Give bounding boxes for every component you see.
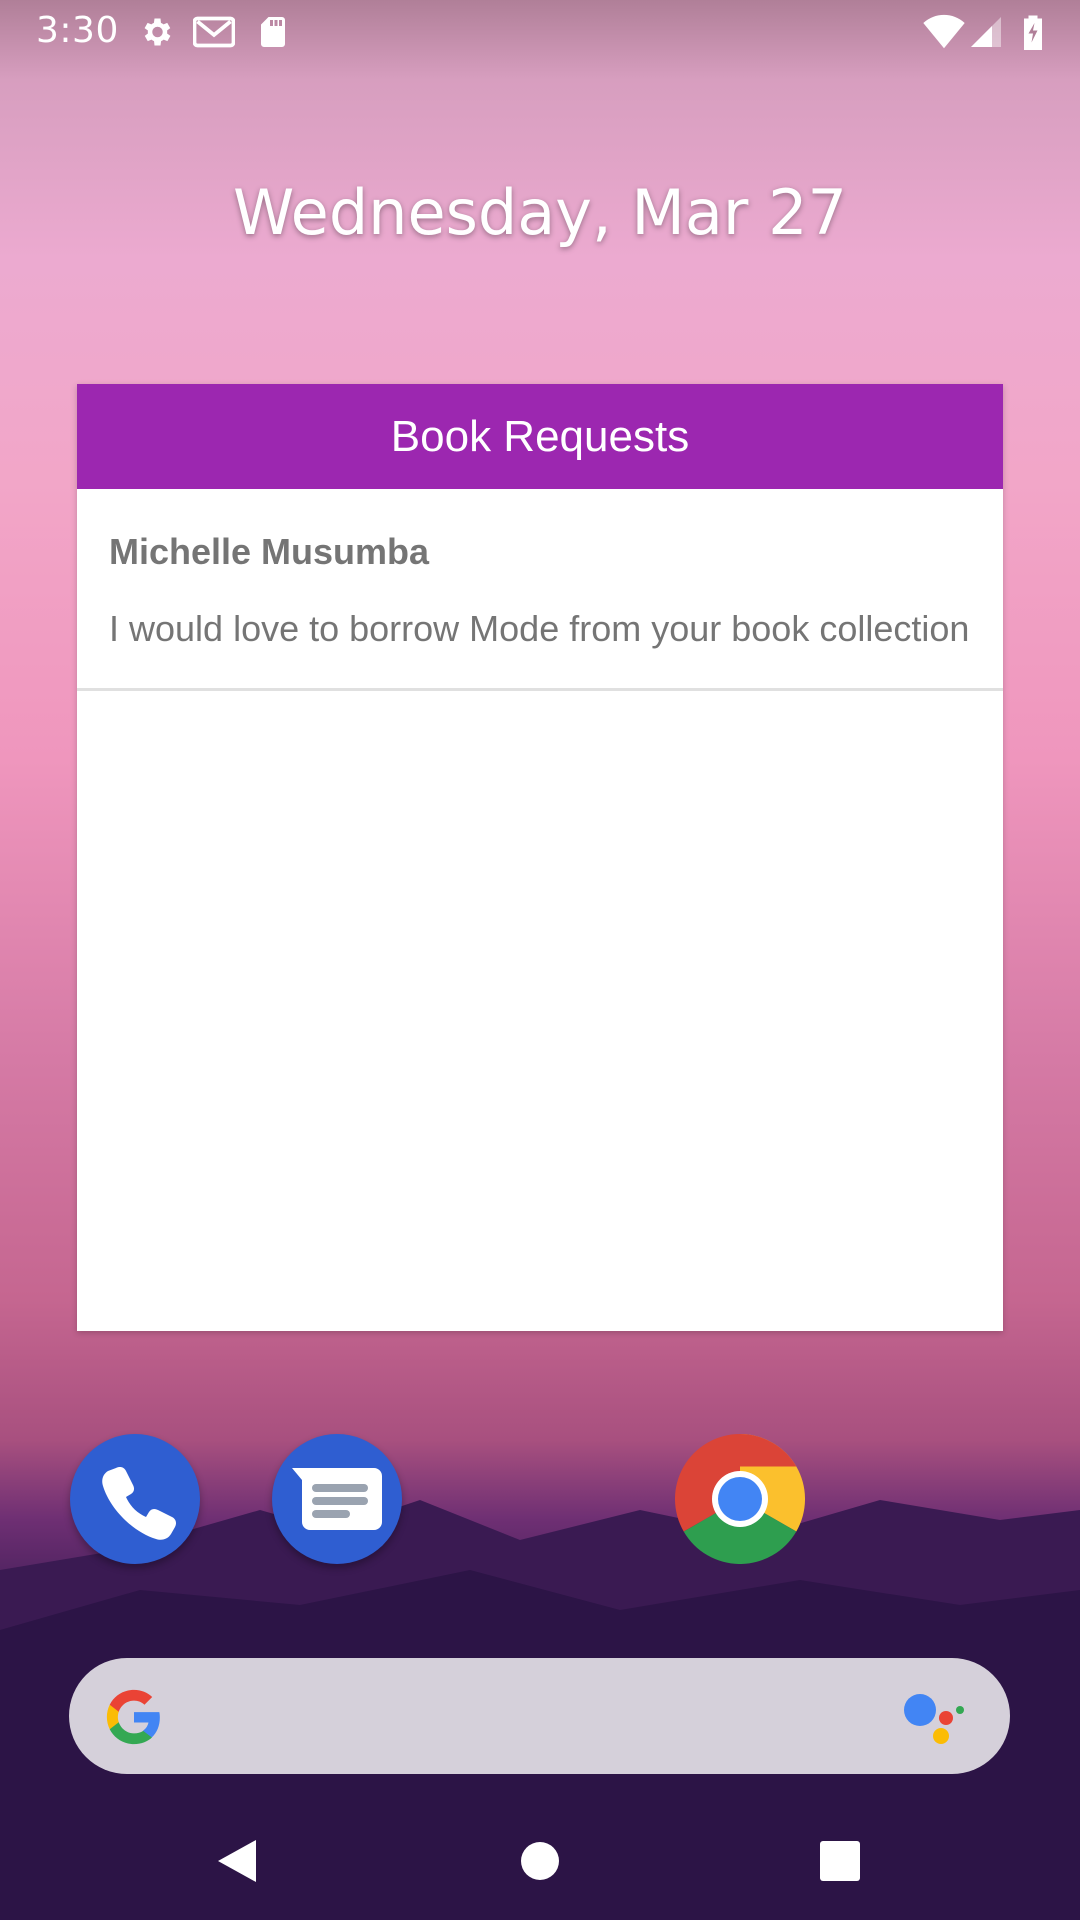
- settings-icon: [144, 18, 171, 46]
- request-sender-name: Michelle Musumba: [109, 531, 430, 572]
- home-icon[interactable]: [517, 1838, 563, 1884]
- status-time: 3:30: [36, 10, 119, 51]
- book-requests-widget: Book Requests Michelle Musumba I would l…: [77, 384, 1003, 1331]
- widget-header[interactable]: Book Requests: [77, 384, 1003, 489]
- back-icon[interactable]: [214, 1838, 260, 1884]
- battery-charging-icon: [1024, 15, 1042, 50]
- chrome-app-icon[interactable]: [674, 1434, 806, 1565]
- sd-card-icon: [261, 17, 285, 47]
- messages-app-icon[interactable]: [272, 1434, 402, 1564]
- navigation-bar: [0, 1800, 1080, 1920]
- google-assistant-icon[interactable]: [900, 1688, 970, 1748]
- phone-icon: [102, 1467, 176, 1540]
- home-date[interactable]: Wednesday, Mar 27: [0, 176, 1080, 249]
- request-list-item[interactable]: Michelle Musumba I would love to borrow …: [77, 489, 1003, 691]
- request-message: I would love to borrow Mode from your bo…: [109, 608, 970, 649]
- recents-icon[interactable]: [817, 1838, 863, 1884]
- gmail-icon: [193, 16, 235, 48]
- status-bar: 3:30: [0, 0, 1080, 64]
- messages-icon: [292, 1468, 382, 1530]
- signal-icon: [971, 17, 1001, 47]
- wifi-icon: [923, 14, 965, 49]
- chrome-icon: [674, 1434, 806, 1565]
- phone-app-icon[interactable]: [70, 1434, 200, 1564]
- google-g-icon: [106, 1689, 160, 1745]
- widget-title: Book Requests: [390, 411, 690, 461]
- google-search-bar[interactable]: [69, 1658, 1010, 1774]
